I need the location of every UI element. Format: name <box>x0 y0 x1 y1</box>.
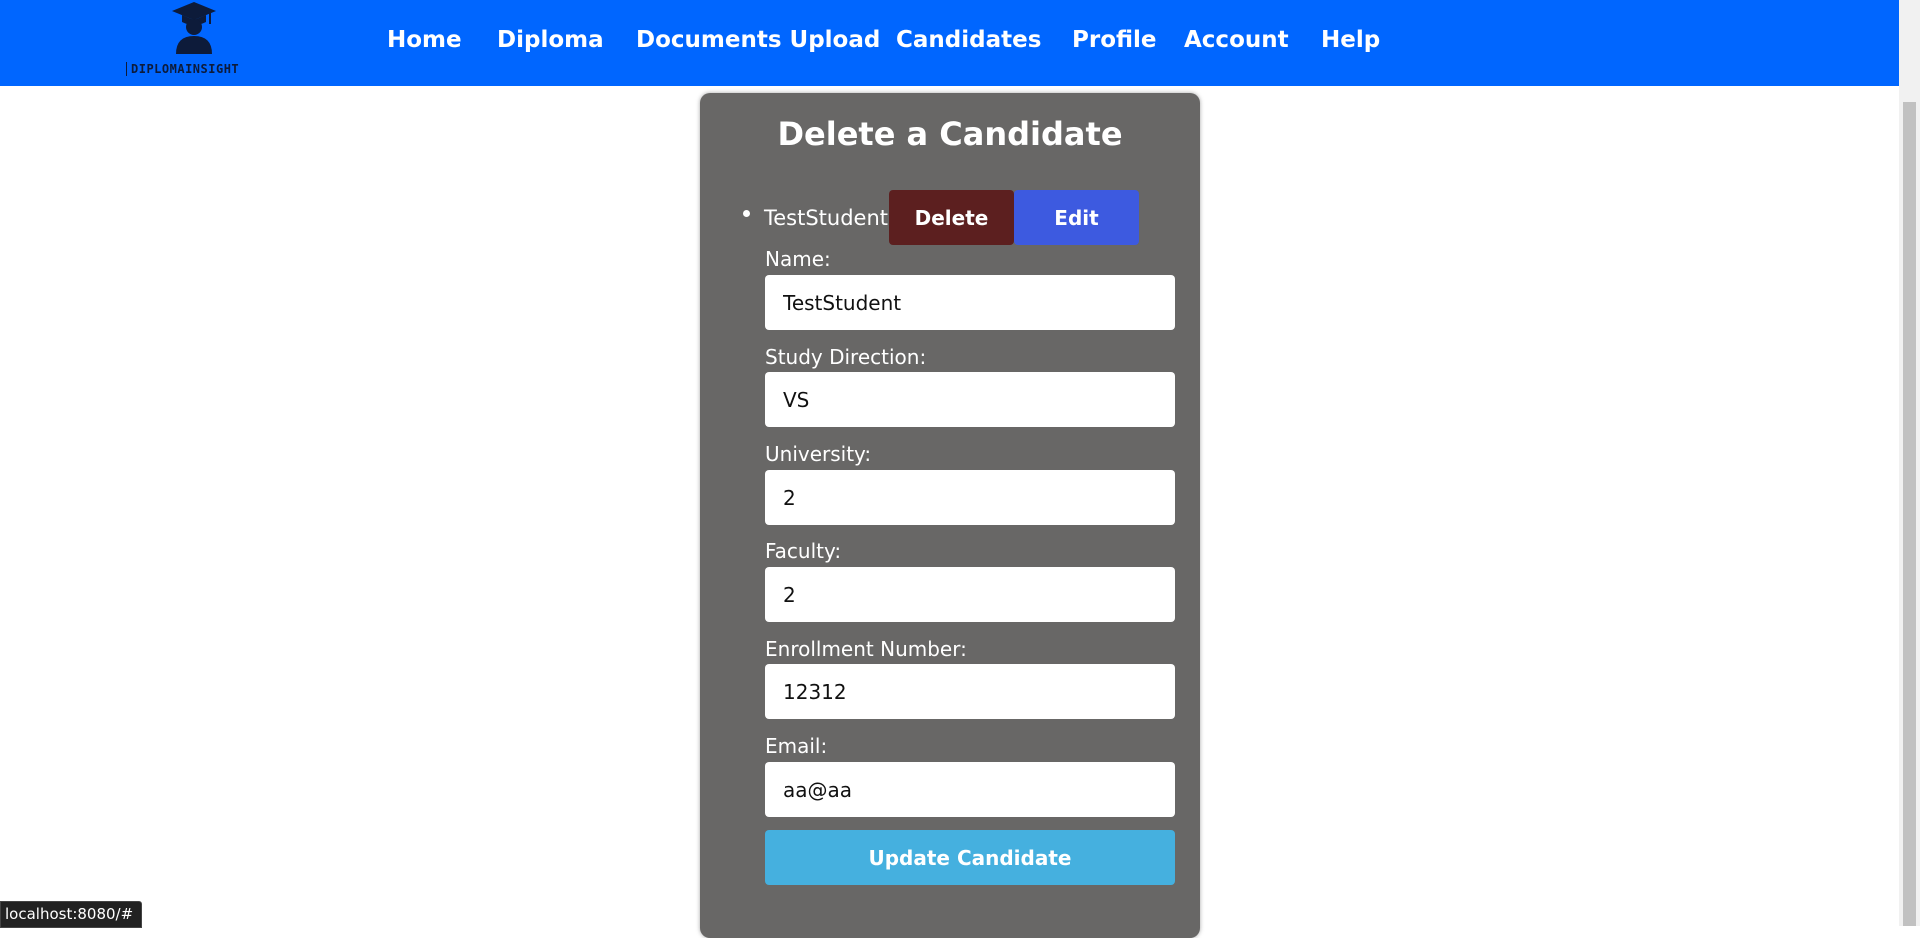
edit-button[interactable]: Edit <box>1014 190 1139 245</box>
nav-candidates[interactable]: Candidates <box>896 24 1041 56</box>
faculty-input[interactable] <box>765 567 1175 622</box>
university-label: University: <box>765 442 872 466</box>
status-bar-url: localhost:8080/# <box>0 901 143 928</box>
name-label: Name: <box>765 247 831 271</box>
delete-button[interactable]: Delete <box>889 190 1014 245</box>
list-bullet <box>743 210 750 217</box>
email-label: Email: <box>765 734 828 758</box>
email-input[interactable] <box>765 762 1175 817</box>
faculty-label: Faculty: <box>765 539 842 563</box>
candidate-name: TestStudent <box>764 206 889 230</box>
enrollment-number-input[interactable] <box>765 664 1175 719</box>
study-direction-input[interactable] <box>765 372 1175 427</box>
brand-name: DIPLOMAINSIGHT <box>126 62 239 76</box>
study-direction-label: Study Direction: <box>765 345 927 369</box>
name-input[interactable] <box>765 275 1175 330</box>
nav-help[interactable]: Help <box>1321 24 1380 56</box>
nav-account[interactable]: Account <box>1184 24 1289 56</box>
page-scrollbar-thumb[interactable] <box>1903 102 1916 926</box>
nav-profile[interactable]: Profile <box>1072 24 1157 56</box>
university-input[interactable] <box>765 470 1175 525</box>
top-navbar: DIPLOMAINSIGHT Home Diploma Documents Up… <box>0 0 1899 86</box>
enrollment-number-label: Enrollment Number: <box>765 637 967 661</box>
nav-diploma[interactable]: Diploma <box>497 24 604 56</box>
nav-home[interactable]: Home <box>387 24 462 56</box>
update-candidate-button[interactable]: Update Candidate <box>765 830 1175 885</box>
brand-logo[interactable]: DIPLOMAINSIGHT <box>124 0 264 82</box>
card-title: Delete a Candidate <box>777 115 1123 153</box>
nav-documents-upload[interactable]: Documents Upload <box>636 24 880 56</box>
graduate-icon <box>172 2 216 54</box>
